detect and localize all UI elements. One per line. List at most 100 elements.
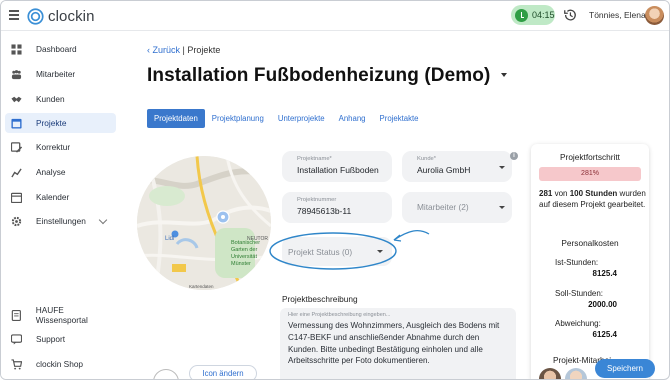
- info-icon[interactable]: i: [510, 152, 518, 160]
- tab-projektakte[interactable]: Projektakte: [373, 109, 426, 128]
- sidebar: Dashboard Mitarbeiter Kunden Projekte Ko…: [1, 31, 121, 379]
- description-textarea[interactable]: Hier eine Projektbeschreibung eingeben..…: [280, 308, 516, 379]
- project-name-field[interactable]: Projektname* Installation Fußboden: [282, 151, 392, 182]
- sidebar-item-support[interactable]: Support: [5, 329, 116, 349]
- sidebar-item-label: HAUFE Wissensportal: [35, 305, 88, 325]
- sidebar-item-shop[interactable]: clockin Shop: [5, 354, 116, 374]
- abw-value: 6125.4: [592, 330, 617, 339]
- calendar-grid-icon: [11, 118, 22, 129]
- sidebar-item-einstellungen[interactable]: Einstellungen: [5, 211, 116, 231]
- field-value: Installation Fußboden: [297, 165, 379, 175]
- employees-select[interactable]: Mitarbeiter (2): [402, 192, 512, 223]
- field-label: Projektname*: [297, 156, 332, 162]
- tab-anhang[interactable]: Anhang: [332, 109, 373, 128]
- map-label-2: Garten der: [231, 247, 257, 253]
- chevron-down-icon: [98, 215, 108, 225]
- book-icon: [11, 309, 21, 321]
- sidebar-item-label: Kalender: [36, 192, 70, 202]
- field-label: Projektnummer: [297, 197, 337, 203]
- map-attribution: Kartendaten: [189, 284, 214, 289]
- sidebar-item-label: Einstellungen: [36, 216, 86, 226]
- ist-label: Ist-Stunden:: [555, 258, 599, 267]
- title-dropdown-icon[interactable]: [501, 73, 507, 77]
- history-icon[interactable]: [563, 8, 577, 22]
- map-label-4: Münster: [231, 261, 251, 267]
- sidebar-item-mitarbeiter[interactable]: Mitarbeiter: [5, 64, 116, 84]
- sidebar-item-kunden[interactable]: Kunden: [5, 89, 116, 109]
- hours-summary: 281 von 100 Stunden wurden auf diesem Pr…: [539, 189, 646, 210]
- description-title: Projektbeschreibung: [282, 294, 358, 304]
- avatar[interactable]: [539, 368, 561, 379]
- sidebar-item-kalender[interactable]: Kalender: [5, 187, 116, 207]
- field-value: 78945613b-11: [297, 206, 352, 216]
- avatar[interactable]: [645, 6, 664, 25]
- abw-label: Abweichung:: [555, 319, 601, 328]
- description-text: Vermessung des Wohnzimmers, Ausgleich de…: [288, 321, 500, 366]
- handshake-icon: [11, 96, 22, 102]
- top-bar: clockin 04:15 Tönnies, Elena: [1, 1, 669, 31]
- cart-icon: [11, 358, 22, 370]
- logo[interactable]: clockin: [27, 7, 95, 25]
- sidebar-item-projekte[interactable]: Projekte: [5, 113, 116, 133]
- page-title: Installation Fußbodenheizung (Demo): [147, 65, 491, 86]
- tab-unterprojekte[interactable]: Unterprojekte: [271, 109, 332, 128]
- progress-bar: 281%: [539, 167, 641, 181]
- sidebar-item-dashboard[interactable]: Dashboard: [5, 39, 116, 59]
- sidebar-item-label: Dashboard: [36, 44, 77, 54]
- progress-title: Projektfortschritt: [560, 152, 620, 162]
- app-name: clockin: [48, 7, 95, 25]
- sidebar-item-label: Korrektur: [36, 142, 71, 152]
- dashboard-icon: [11, 43, 22, 55]
- map-image: NEUTOR Lidl Botanischer Garten der Unive…: [137, 156, 271, 290]
- project-number-field[interactable]: Projektnummer 78945613b-11: [282, 192, 392, 223]
- breadcrumb-separator: |: [182, 45, 185, 55]
- tab-projektplanung[interactable]: Projektplanung: [205, 109, 271, 128]
- customer-select[interactable]: Kunde* Aurolia GmbH: [402, 151, 512, 182]
- gear-icon: [11, 216, 22, 226]
- sidebar-item-label: Projekte: [36, 118, 67, 128]
- ist-value: 8125.4: [592, 269, 617, 278]
- field-label: Kunde*: [417, 156, 437, 162]
- app-window: clockin 04:15 Tönnies, Elena Dashboard M…: [0, 0, 670, 380]
- sidebar-item-label: Support: [36, 334, 66, 344]
- calendar-edit-icon: [11, 141, 22, 153]
- sidebar-item-label: Analyse: [36, 167, 66, 177]
- sidebar-item-korrektur[interactable]: Korrektur: [5, 137, 116, 157]
- clockin-logo-icon: [27, 7, 44, 25]
- timer-badge[interactable]: 04:15: [511, 5, 555, 25]
- caret-down-icon: [499, 206, 505, 209]
- map-label-1: Botanischer: [231, 240, 260, 246]
- sidebar-item-haufe[interactable]: HAUFE Wissensportal: [5, 305, 116, 325]
- icon-change-button[interactable]: Icon ändern: [189, 365, 257, 379]
- chart-icon: [11, 167, 22, 177]
- back-link[interactable]: ‹ Zurück: [147, 45, 180, 55]
- breadcrumb-current: Projekte: [187, 45, 221, 55]
- sidebar-item-label: Kunden: [36, 94, 65, 104]
- avatar[interactable]: [565, 368, 587, 379]
- map-label-lidl: Lidl: [165, 236, 174, 242]
- caret-down-icon: [499, 166, 505, 169]
- project-map[interactable]: NEUTOR Lidl Botanischer Garten der Unive…: [137, 156, 271, 290]
- timer-value: 04:15: [532, 10, 555, 20]
- field-placeholder: Mitarbeiter (2): [417, 202, 469, 212]
- sidebar-item-label: Mitarbeiter: [36, 69, 76, 79]
- sidebar-item-analyse[interactable]: Analyse: [5, 162, 116, 182]
- user-name[interactable]: Tönnies, Elena: [589, 10, 646, 20]
- support-icon: [11, 333, 22, 345]
- hamburger-icon[interactable]: [9, 10, 19, 20]
- soll-label: Soll-Stunden:: [555, 289, 604, 298]
- save-button[interactable]: Speichern: [595, 359, 655, 378]
- highlight-annotation: [269, 229, 430, 270]
- users-icon: [11, 69, 22, 79]
- soll-value: 2000.00: [588, 300, 617, 309]
- tab-bar: Projektdaten Projektplanung Unterprojekt…: [147, 109, 426, 128]
- description-label: Hier eine Projektbeschreibung eingeben..…: [288, 312, 391, 318]
- calendar-icon: [11, 192, 22, 203]
- map-label-3: Universität: [231, 254, 257, 260]
- camera-button[interactable]: [153, 369, 179, 379]
- clock-icon: [515, 8, 528, 22]
- tab-projektdaten[interactable]: Projektdaten: [147, 109, 205, 128]
- costs-title: Personalkosten: [561, 238, 619, 248]
- project-progress-panel: Projektfortschritt 281% 281 von 100 Stun…: [531, 144, 649, 379]
- breadcrumb: ‹ Zurück | Projekte: [147, 45, 220, 55]
